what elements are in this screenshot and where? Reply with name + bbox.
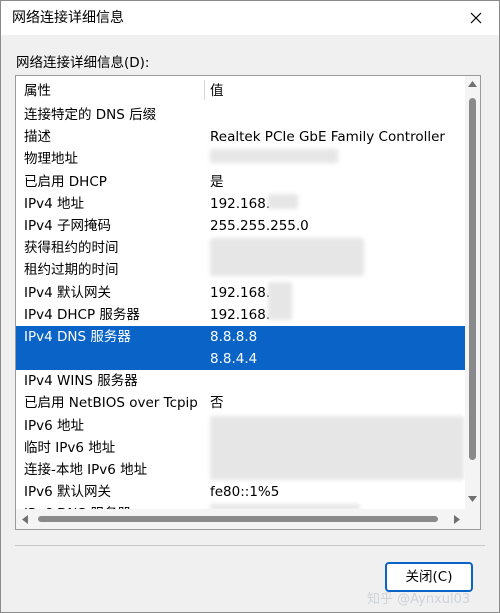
network-details-dialog: 网络连接详细信息 网络连接详细信息(D): 属性 值 连接特定的 DNS 后缀描… xyxy=(0,0,500,613)
list-row[interactable]: IPv4 地址 192.168. xyxy=(16,193,465,215)
horizontal-scrollbar[interactable] xyxy=(16,509,480,529)
row-value: 192.168. xyxy=(210,306,271,323)
list-row[interactable]: 8.8.4.4 xyxy=(16,348,465,371)
row-property: IPv4 地址 xyxy=(24,195,84,212)
row-property: 获得租约的时间 xyxy=(24,240,119,257)
vertical-scrollbar[interactable] xyxy=(465,76,480,509)
list-row[interactable]: 连接特定的 DNS 后缀 xyxy=(16,104,465,126)
row-value: 是 xyxy=(210,173,224,190)
row-value: 192.168. xyxy=(210,284,271,301)
row-property: IPv4 DHCP 服务器 xyxy=(24,306,140,323)
row-value: 8.8.4.4 xyxy=(210,351,258,368)
row-property: 描述 xyxy=(24,129,51,146)
row-property: IPv4 DNS 服务器 xyxy=(24,328,131,345)
row-property: 连接特定的 DNS 后缀 xyxy=(24,107,157,123)
column-header-value[interactable]: 值 xyxy=(210,82,224,100)
redacted-lease-times xyxy=(210,238,364,276)
list-row[interactable]: IPv6 默认网关 fe80::1%5 xyxy=(16,481,465,503)
redacted-ipv6-addresses xyxy=(210,416,464,480)
list-row[interactable]: IPv4 DNS 服务器 8.8.8.8 xyxy=(16,325,465,349)
row-property: 已启用 DHCP xyxy=(24,173,107,190)
row-property: IPv6 默认网关 xyxy=(24,484,111,501)
row-value: fe80::1%5 xyxy=(210,484,280,501)
column-header-property[interactable]: 属性 xyxy=(24,82,51,100)
list-row[interactable]: 已启用 DHCP 是 xyxy=(16,171,465,193)
list-row[interactable]: 描述 Realtek PCIe GbE Family Controller xyxy=(16,126,465,148)
row-value: 192.168. xyxy=(210,195,271,212)
close-icon xyxy=(470,12,482,24)
row-property: IPv4 子网掩码 xyxy=(24,217,111,234)
list-row[interactable]: IPv4 DHCP 服务器 192.168. xyxy=(16,304,465,326)
scroll-down-arrow-icon[interactable] xyxy=(468,496,477,502)
row-property: IPv4 默认网关 xyxy=(24,284,111,301)
row-property: 临时 IPv6 地址 xyxy=(24,439,116,456)
scroll-left-arrow-icon[interactable] xyxy=(22,515,28,524)
redacted-mac-address xyxy=(210,149,338,163)
redacted-gateway-tail xyxy=(268,282,292,320)
details-listview[interactable]: 属性 值 连接特定的 DNS 后缀 描述 Realtek PCIe GbE Fami… xyxy=(15,75,481,530)
row-property: IPv4 WINS 服务器 xyxy=(24,373,138,390)
row-value: 255.255.255.0 xyxy=(210,217,309,234)
row-value: Realtek PCIe GbE Family Controller xyxy=(210,129,445,146)
row-property: 连接-本地 IPv6 地址 xyxy=(24,462,148,478)
row-value: 否 xyxy=(210,395,224,412)
scroll-right-arrow-icon[interactable] xyxy=(454,515,460,524)
close-window-button[interactable] xyxy=(453,1,499,35)
title-bar: 网络连接详细信息 xyxy=(1,1,499,35)
scroll-up-arrow-icon[interactable] xyxy=(468,81,477,87)
footer-divider xyxy=(15,545,485,546)
column-divider[interactable] xyxy=(204,80,205,100)
redacted-ipv4-tail xyxy=(268,194,298,209)
row-value: 8.8.8.8 xyxy=(210,328,258,345)
horizontal-scroll-thumb[interactable] xyxy=(38,516,438,522)
list-header: 属性 值 xyxy=(16,76,465,104)
list-row[interactable]: IPv4 WINS 服务器 xyxy=(16,370,465,392)
list-caption: 网络连接详细信息(D): xyxy=(16,55,150,71)
vertical-scroll-thumb[interactable] xyxy=(469,98,476,460)
row-property: 租约过期的时间 xyxy=(24,262,119,279)
row-property: IPv6 地址 xyxy=(24,417,84,434)
list-row[interactable]: 已启用 NetBIOS over Tcpip 否 xyxy=(16,392,465,414)
window-title: 网络连接详细信息 xyxy=(12,10,124,26)
list-row[interactable]: IPv4 子网掩码 255.255.255.0 xyxy=(16,215,465,237)
row-property: 已启用 NetBIOS over Tcpip xyxy=(24,395,198,412)
watermark: 知乎 @Aynxul03 xyxy=(367,592,471,607)
list-row[interactable]: IPv4 默认网关 192.168. xyxy=(16,282,465,304)
row-property: 物理地址 xyxy=(24,151,78,168)
